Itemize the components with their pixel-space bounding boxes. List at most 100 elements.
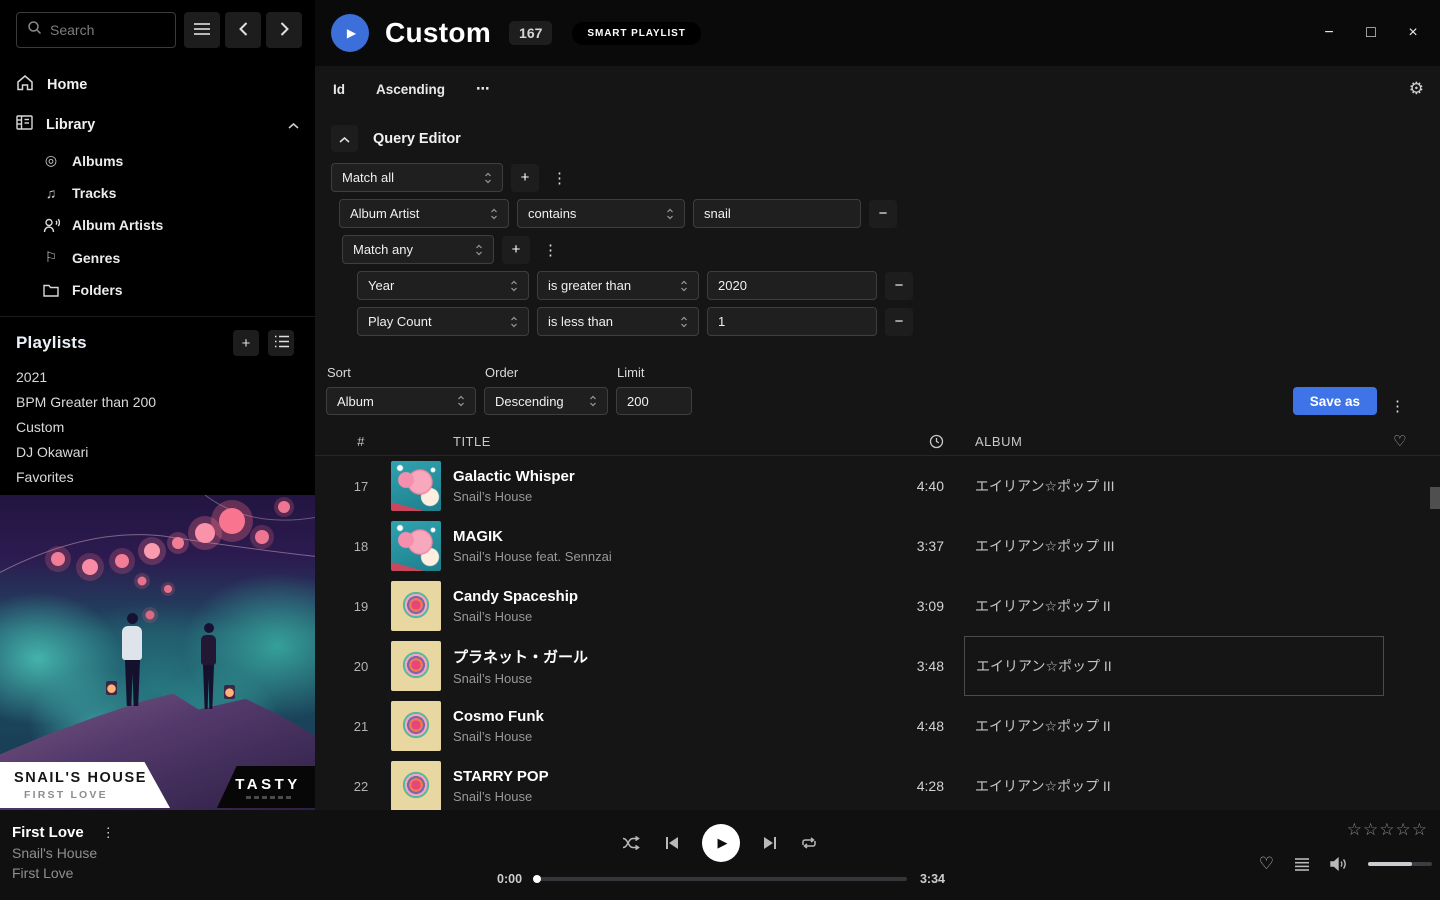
order-select[interactable]: Descending bbox=[484, 387, 608, 415]
limit-input[interactable] bbox=[616, 387, 692, 415]
star-icon[interactable]: ☆ bbox=[1412, 821, 1427, 838]
now-playing-album: First Love bbox=[12, 865, 120, 881]
shuffle-icon bbox=[622, 836, 642, 850]
library-icon bbox=[16, 115, 33, 134]
rule-field-select[interactable]: Play Count bbox=[357, 307, 529, 336]
now-playing-menu-icon[interactable]: ⋮ bbox=[97, 825, 120, 841]
title-column-header[interactable]: TITLE bbox=[453, 434, 874, 449]
table-row[interactable]: 18 MAGIK Snail’s House feat. Sennzai 3:3… bbox=[315, 516, 1440, 576]
album-column-header[interactable]: ALBUM bbox=[964, 434, 1384, 449]
select-arrows-icon bbox=[680, 280, 688, 292]
album-art-thumbnail bbox=[391, 761, 441, 811]
rule-operator-select[interactable]: is less than bbox=[537, 307, 699, 336]
sidebar-item-albums[interactable]: ◎ Albums bbox=[0, 144, 315, 177]
table-row[interactable]: 17 Galactic Whisper Snail’s House 4:40 エ… bbox=[315, 456, 1440, 516]
star-icon[interactable]: ☆ bbox=[1363, 821, 1378, 838]
queue-button[interactable] bbox=[1294, 858, 1310, 871]
playlist-item-bpm[interactable]: BPM Greater than 200 bbox=[0, 390, 315, 415]
album-art-thumbnail bbox=[391, 461, 441, 511]
match-type-select[interactable]: Match any bbox=[342, 235, 494, 264]
select-arrows-icon bbox=[510, 280, 518, 292]
queue-icon bbox=[1294, 858, 1310, 871]
sort-field-control[interactable]: Id bbox=[333, 82, 345, 97]
seek-bar[interactable] bbox=[535, 877, 907, 881]
rule-value-input[interactable] bbox=[707, 271, 877, 300]
track-info: MAGIK Snail’s House feat. Sennzai bbox=[453, 528, 874, 564]
more-options-icon[interactable]: ⋯ bbox=[476, 81, 491, 97]
search-box[interactable] bbox=[16, 12, 176, 48]
volume-slider[interactable] bbox=[1368, 862, 1432, 866]
rule-field-select[interactable]: Year bbox=[357, 271, 529, 300]
rule-value-input[interactable] bbox=[707, 307, 877, 336]
playlist-item-dj-okawari[interactable]: DJ Okawari bbox=[0, 440, 315, 465]
seek-handle[interactable] bbox=[533, 875, 541, 883]
playlist-item-custom[interactable]: Custom bbox=[0, 415, 315, 440]
remove-rule-button[interactable]: − bbox=[869, 200, 897, 228]
star-icon[interactable]: ☆ bbox=[1347, 821, 1362, 838]
volume-button[interactable] bbox=[1330, 857, 1348, 871]
forward-button[interactable] bbox=[266, 12, 302, 48]
settings-gear-icon[interactable]: ⚙ bbox=[1409, 79, 1424, 99]
track-duration: 3:37 bbox=[874, 538, 964, 554]
favorite-button[interactable]: ♡ bbox=[1259, 854, 1274, 874]
remove-rule-button[interactable]: − bbox=[885, 308, 913, 336]
table-row[interactable]: 22 STARRY POP Snail’s House 4:28 エイリアン☆ポ… bbox=[315, 756, 1440, 811]
remove-rule-button[interactable]: − bbox=[885, 272, 913, 300]
rule-operator-select[interactable]: is greater than bbox=[537, 271, 699, 300]
menu-button[interactable] bbox=[184, 12, 220, 48]
number-column-header[interactable]: # bbox=[331, 434, 391, 449]
add-playlist-button[interactable]: + bbox=[233, 330, 259, 356]
shuffle-button[interactable] bbox=[622, 836, 642, 850]
sort-direction-control[interactable]: Ascending bbox=[376, 82, 445, 97]
save-as-button[interactable]: Save as bbox=[1293, 387, 1377, 415]
rule-field-select[interactable]: Album Artist bbox=[339, 199, 509, 228]
maximize-button[interactable]: □ bbox=[1356, 18, 1386, 48]
group-menu-icon[interactable]: ⋮ bbox=[538, 241, 563, 259]
now-playing-title: First Love bbox=[12, 824, 84, 841]
add-rule-button[interactable]: + bbox=[511, 164, 539, 192]
table-row[interactable]: 19 Candy Spaceship Snail’s House 3:09 エイ… bbox=[315, 576, 1440, 636]
track-album-focused[interactable]: エイリアン☆ポップ II bbox=[964, 636, 1384, 696]
add-rule-button[interactable]: + bbox=[502, 236, 530, 264]
sidebar-item-folders[interactable]: Folders bbox=[0, 274, 315, 306]
sidebar-item-home[interactable]: Home bbox=[0, 64, 315, 105]
sort-select[interactable]: Album bbox=[326, 387, 476, 415]
rule-value-input[interactable] bbox=[693, 199, 861, 228]
table-row[interactable]: 20 プラネット・ガール Snail’s House 3:48 エイリアン☆ポッ… bbox=[315, 636, 1440, 696]
sidebar-item-library[interactable]: Library bbox=[0, 105, 315, 144]
next-track-button[interactable] bbox=[763, 836, 777, 850]
minimize-button[interactable]: − bbox=[1314, 18, 1344, 48]
star-icon[interactable]: ☆ bbox=[1379, 821, 1394, 838]
duration-column-header[interactable] bbox=[874, 434, 964, 449]
search-input[interactable] bbox=[50, 22, 165, 38]
star-icon[interactable]: ☆ bbox=[1396, 821, 1411, 838]
sidebar-item-genres[interactable]: ⚐ Genres bbox=[0, 241, 315, 274]
favorite-column-header[interactable]: ♡ bbox=[1384, 432, 1440, 450]
play-playlist-button[interactable]: ▶ bbox=[331, 14, 369, 52]
track-duration: 4:48 bbox=[874, 718, 964, 734]
sidebar-item-label: Library bbox=[46, 117, 95, 133]
elapsed-time: 0:00 bbox=[497, 872, 522, 886]
save-menu-icon[interactable]: ⋮ bbox=[1385, 397, 1410, 415]
sidebar-item-album-artists[interactable]: Album Artists bbox=[0, 209, 315, 241]
play-pause-button[interactable]: ▶ bbox=[702, 824, 740, 862]
sidebar-item-tracks[interactable]: ♫ Tracks bbox=[0, 177, 315, 209]
group-menu-icon[interactable]: ⋮ bbox=[547, 169, 572, 187]
table-row[interactable]: 21 Cosmo Funk Snail’s House 4:48 エイリアン☆ポ… bbox=[315, 696, 1440, 756]
repeat-button[interactable] bbox=[800, 836, 818, 850]
select-arrows-icon bbox=[475, 244, 483, 256]
record-label-sub bbox=[242, 796, 291, 799]
playlist-list-button[interactable] bbox=[268, 330, 294, 356]
playlist-item-favorites[interactable]: Favorites bbox=[0, 465, 315, 490]
collapse-query-editor-button[interactable] bbox=[331, 125, 358, 152]
close-button[interactable]: × bbox=[1398, 18, 1428, 48]
rule-operator-select[interactable]: contains bbox=[517, 199, 685, 228]
track-count-badge: 167 bbox=[509, 21, 552, 45]
back-button[interactable] bbox=[225, 12, 261, 48]
chevron-up-icon[interactable] bbox=[288, 117, 299, 133]
match-type-select[interactable]: Match all bbox=[331, 163, 503, 192]
limit-label: Limit bbox=[616, 365, 692, 380]
previous-track-button[interactable] bbox=[665, 836, 679, 850]
scrollbar-thumb[interactable] bbox=[1430, 487, 1440, 509]
playlist-item-2021[interactable]: 2021 bbox=[0, 365, 315, 390]
